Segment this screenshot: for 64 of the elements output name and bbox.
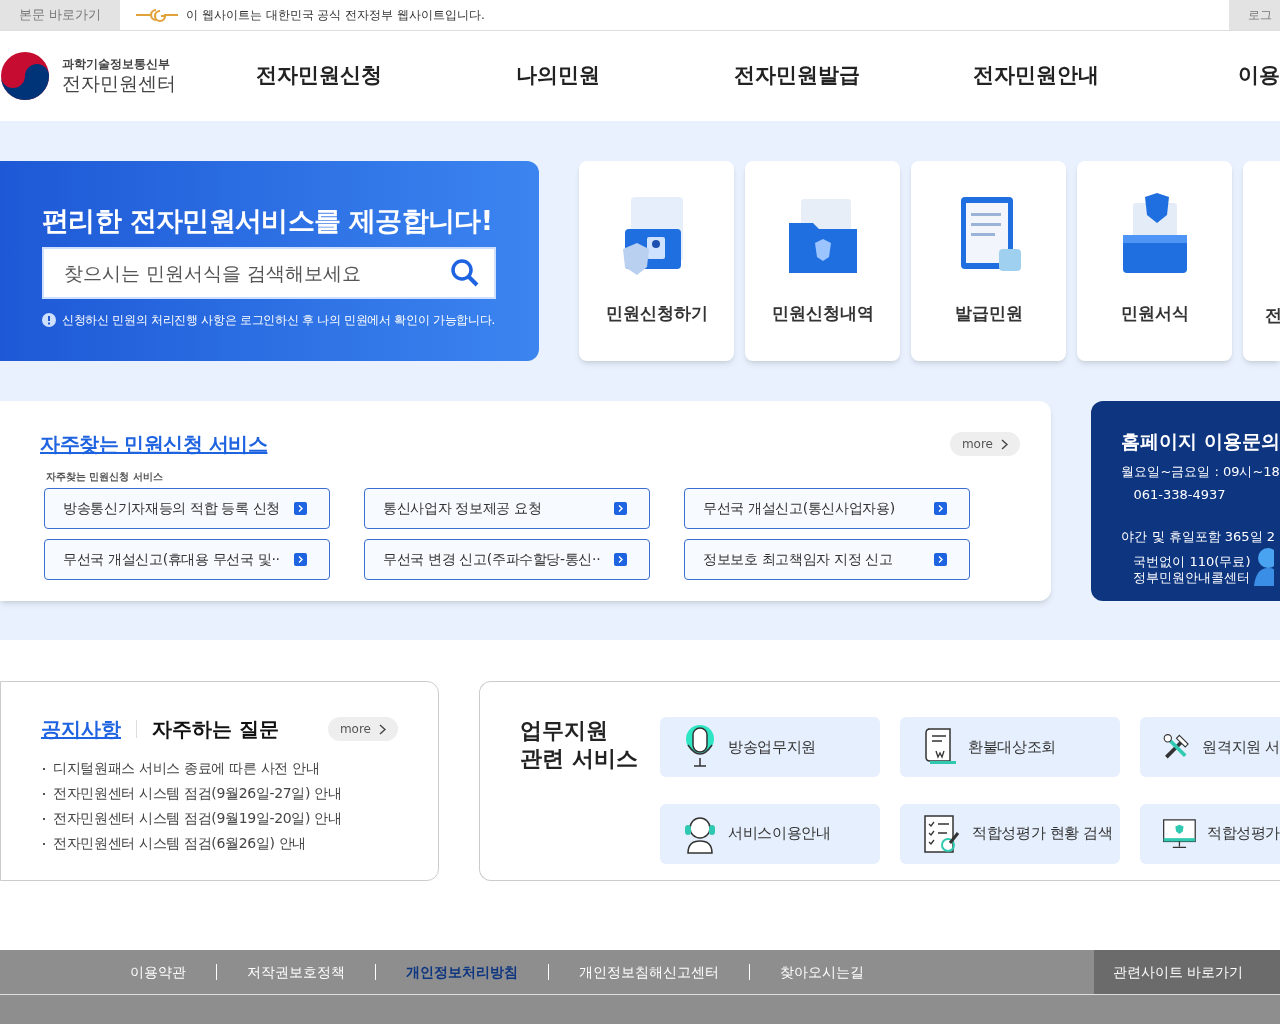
related-sites-button[interactable]: 관련사이트 바로가기 — [1094, 950, 1280, 994]
skip-link[interactable]: 본문 바로가기 — [0, 0, 120, 30]
chevron-square-icon — [934, 502, 947, 515]
services-title: 관련 서비스 — [520, 744, 639, 772]
quick-service-tile[interactable]: 민원서식 — [1077, 161, 1232, 361]
contact-title: 홈페이지 이용문의 — [1121, 429, 1280, 454]
call-center-number: 국번없이 110(무료) — [1133, 553, 1251, 570]
chevron-square-icon — [294, 502, 307, 515]
service-link[interactable]: 무선국 개설신고(휴대용 무선국 및·· — [44, 539, 330, 580]
nav-menu-item[interactable]: 전자민원신청 — [199, 60, 439, 92]
support-service-item[interactable]: 서비스이용안내 — [660, 803, 880, 864]
nav-menu-item[interactable]: 전자민원안내 — [916, 60, 1156, 92]
nav-menu-item[interactable]: 이용 — [1238, 60, 1280, 92]
search-field[interactable]: 찾으시는 민원서식을 검색해보세요 — [42, 247, 496, 299]
service-link[interactable]: 무선국 변경 신고(주파수할당-통신·· — [364, 539, 650, 580]
chevron-square-icon — [614, 502, 627, 515]
chevron-right-icon — [1001, 438, 1008, 450]
chevron-square-icon — [614, 553, 627, 566]
notice-link[interactable]: 전자민원센터 시스템 점검(6월26일) 안내 — [53, 833, 306, 854]
contact-phone: 061-338-4937 — [1133, 486, 1227, 504]
support-service-item[interactable]: 방송업무지원 — [660, 717, 880, 777]
service-link[interactable]: 무선국 개설신고(통신사업자용) — [684, 488, 970, 529]
frequent-services-caption: 자주찾는 민원신청 서비스 — [46, 470, 164, 484]
nav-menu-item[interactable]: 나의민원 — [438, 60, 678, 92]
quick-service-tile[interactable]: 민원신청내역 — [745, 161, 900, 361]
nav-menu-item[interactable]: 전자민원발급 — [677, 60, 917, 92]
quick-service-tile[interactable]: 발급민원 — [911, 161, 1066, 361]
site-name: 전자민원센터 — [62, 71, 176, 96]
contact-hours: 월요일~금요일 : 09시~18 — [1121, 462, 1280, 481]
support-service-item[interactable]: 환불대상조회 — [900, 717, 1120, 777]
login-link[interactable]: 로그 — [1229, 0, 1280, 30]
chevron-right-icon — [379, 723, 386, 735]
chevron-square-icon — [934, 553, 947, 566]
chevron-square-icon — [294, 553, 307, 566]
notice-link[interactable]: 전자민원센터 시스템 점검(9월26일-27일) 안내 — [53, 783, 342, 804]
night-hours: 야간 및 휴일포함 365일 2 — [1121, 527, 1276, 546]
hero-title: 편리한 전자민원서비스를 제공합니다! — [42, 204, 493, 238]
info-icon — [42, 313, 56, 327]
search-icon[interactable] — [450, 258, 480, 288]
notice-tab[interactable]: 공지사항 — [41, 714, 121, 744]
service-link[interactable]: 통신사업자 정보제공 요청 — [364, 488, 650, 529]
more-button[interactable]: more — [949, 432, 1020, 456]
quick-service-tile[interactable]: 민원신청하기 — [579, 161, 734, 361]
notice-link[interactable]: 디지털원패스 서비스 종료에 따른 사전 안내 — [53, 758, 320, 779]
ministry-name: 과학기술정보통신부 — [62, 56, 171, 72]
service-link[interactable]: 방송통신기자재등의 적합 등록 신청 — [44, 488, 330, 529]
frequent-services-title[interactable]: 자주찾는 민원신청 서비스 — [40, 429, 268, 459]
call-center-name: 정부민원안내콜센터 — [1133, 569, 1251, 586]
emblem-logo-icon — [0, 51, 50, 101]
more-button[interactable]: more — [327, 717, 398, 741]
service-link[interactable]: 정보보호 최고책임자 지정 신고 — [684, 539, 970, 580]
support-service-item[interactable]: 원격지원 서 — [1140, 717, 1280, 777]
support-service-item[interactable]: 적합성평가 — [1140, 803, 1280, 864]
hero-notice: 신청하신 민원의 처리진행 사항은 로그인하신 후 나의 민원에서 확인이 가능합니다. — [62, 312, 495, 329]
notice-link[interactable]: 전자민원센터 시스템 점검(9월19일-20일) 안내 — [53, 808, 342, 829]
notice-tab[interactable]: 자주하는 질문 — [152, 714, 279, 744]
services-title: 업무지원 — [520, 717, 609, 745]
support-service-item[interactable]: 적합성평가 현황 검색 — [900, 803, 1120, 864]
receipt-icon — [922, 727, 958, 767]
quick-service-tile[interactable]: 전 — [1243, 161, 1280, 361]
checklist-icon — [922, 812, 962, 855]
gov-notice: 이 웹사이트는 대한민국 공식 전자정부 웹사이트입니다. — [186, 7, 485, 24]
person-icon — [1252, 546, 1275, 586]
egov-logo-icon — [136, 7, 178, 23]
